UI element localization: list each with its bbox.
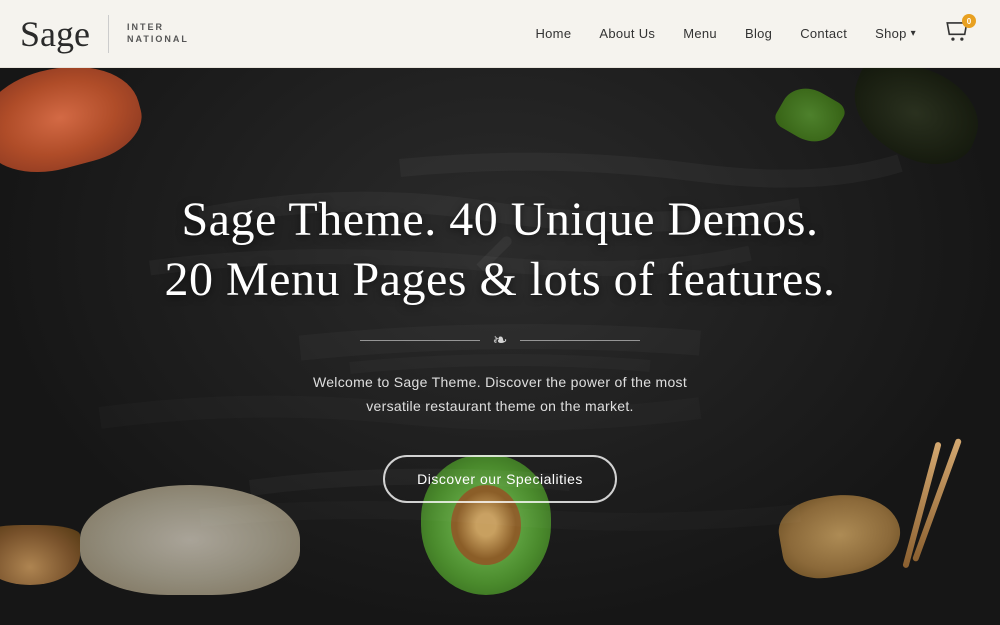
nav-shop[interactable]: Shop ▾ bbox=[875, 26, 916, 41]
nav-about[interactable]: About Us bbox=[599, 26, 655, 41]
logo-divider bbox=[108, 15, 109, 53]
header: Sage INTER NATIONAL Home About Us Menu B… bbox=[0, 0, 1000, 68]
divider-line-right bbox=[520, 340, 640, 341]
divider-line-left bbox=[360, 340, 480, 341]
shop-dropdown-icon: ▾ bbox=[911, 28, 916, 39]
logo-area[interactable]: Sage INTER NATIONAL bbox=[20, 15, 189, 53]
main-nav: Home About Us Menu Blog Contact Shop ▾ 0 bbox=[535, 18, 970, 49]
cart-button[interactable]: 0 bbox=[944, 18, 970, 49]
hero-divider: ❧ bbox=[360, 330, 639, 351]
cta-button[interactable]: Discover our Specialities bbox=[383, 455, 617, 503]
nav-menu[interactable]: Menu bbox=[683, 26, 717, 41]
logo-sub: INTER NATIONAL bbox=[127, 22, 189, 45]
hero-title: Sage Theme. 40 Unique Demos. 20 Menu Pag… bbox=[164, 190, 835, 310]
divider-leaf-icon: ❧ bbox=[492, 330, 507, 351]
nav-contact[interactable]: Contact bbox=[800, 26, 847, 41]
cart-badge: 0 bbox=[962, 14, 976, 28]
nav-blog[interactable]: Blog bbox=[745, 26, 772, 41]
logo-text: Sage bbox=[20, 16, 90, 52]
nav-home[interactable]: Home bbox=[535, 26, 571, 41]
hero-subtitle: Welcome to Sage Theme. Discover the powe… bbox=[313, 371, 687, 419]
hero-content: Sage Theme. 40 Unique Demos. 20 Menu Pag… bbox=[0, 68, 1000, 625]
hero-section: Sage Theme. 40 Unique Demos. 20 Menu Pag… bbox=[0, 0, 1000, 625]
